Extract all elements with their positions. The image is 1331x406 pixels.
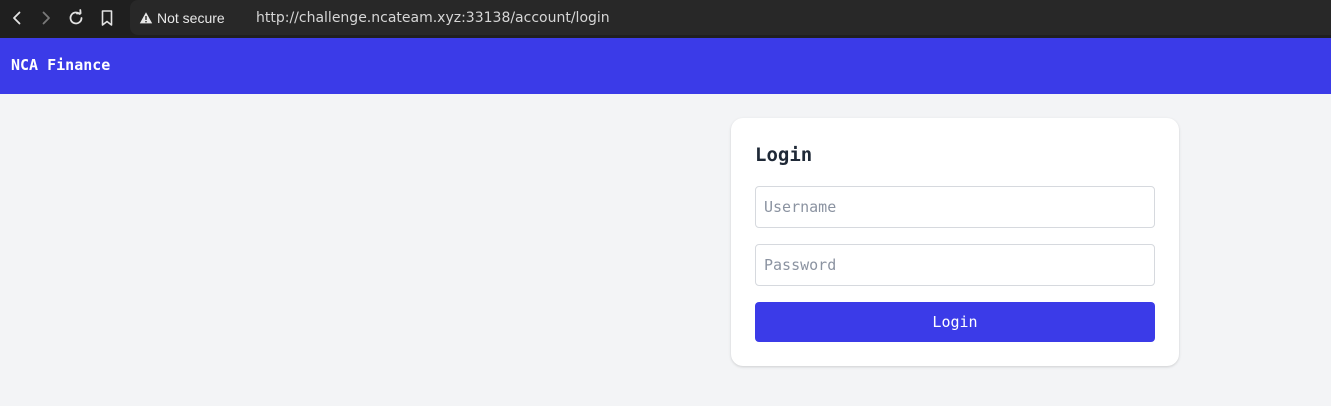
back-button[interactable] xyxy=(6,7,28,29)
app-header: NCA Finance xyxy=(0,38,1331,94)
address-bar[interactable]: Not secure http://challenge.ncateam.xyz:… xyxy=(130,0,1331,35)
password-input[interactable] xyxy=(755,244,1155,286)
reload-button[interactable] xyxy=(65,7,87,29)
bookmark-icon xyxy=(101,10,113,26)
back-icon xyxy=(13,11,21,25)
brand-logo[interactable]: NCA Finance xyxy=(11,55,110,75)
login-button[interactable]: Login xyxy=(755,302,1155,342)
security-label: Not secure xyxy=(157,10,225,26)
browser-toolbar: Not secure http://challenge.ncateam.xyz:… xyxy=(0,0,1331,38)
bookmark-button[interactable] xyxy=(96,7,118,29)
url-text[interactable]: http://challenge.ncateam.xyz:33138/accou… xyxy=(256,8,610,28)
username-input[interactable] xyxy=(755,186,1155,228)
security-indicator[interactable]: Not secure xyxy=(139,8,225,28)
login-title: Login xyxy=(755,144,813,166)
warning-icon xyxy=(139,12,153,24)
forward-button[interactable] xyxy=(35,7,57,29)
login-card: Login Login xyxy=(731,118,1179,366)
forward-icon xyxy=(42,11,50,25)
reload-icon xyxy=(69,9,83,25)
